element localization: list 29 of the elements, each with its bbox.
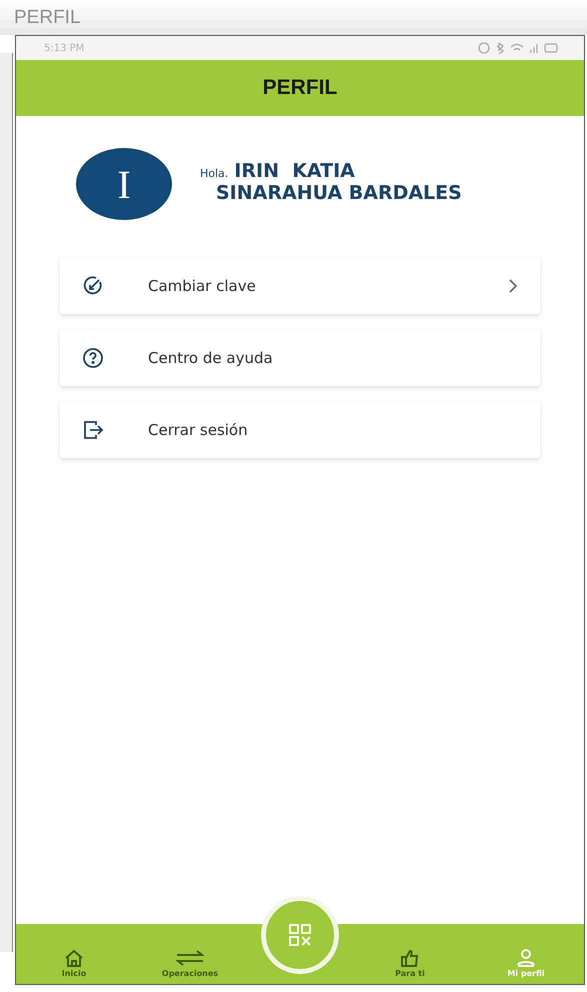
menu-label: Cambiar clave	[148, 277, 257, 295]
nav-tab[interactable]: Para ti	[365, 949, 455, 978]
home-icon	[64, 949, 84, 967]
menu-label: Centro de ayuda	[148, 349, 274, 367]
nav-tab[interactable]: Operaciones	[145, 949, 235, 978]
user-icon	[515, 949, 537, 967]
edit-icon	[82, 275, 104, 297]
status-time: 5:13 PM	[44, 42, 84, 54]
user-name: IRIN KATIA	[234, 160, 355, 182]
menu-item[interactable]: Cambiar clave	[60, 258, 540, 314]
nav-tab[interactable]: Mi perfil	[481, 949, 571, 978]
signal-icon	[530, 43, 538, 53]
help-icon	[82, 347, 104, 369]
wifi-icon	[510, 43, 524, 53]
window-title: PERFIL	[14, 6, 81, 28]
swap-icon	[175, 949, 205, 967]
battery-icon	[544, 43, 558, 53]
avatar: I	[76, 148, 172, 220]
menu-item[interactable]: Cerrar sesión	[60, 402, 540, 458]
user-surname: SINARAHUA BARDALES	[216, 182, 462, 204]
qr-icon	[288, 923, 312, 947]
greeting-text: Hola.	[200, 167, 228, 180]
thumbs-up-icon	[400, 949, 420, 967]
bluetooth-icon	[496, 42, 504, 54]
nav-tab[interactable]: Inicio	[29, 949, 119, 978]
menu-item[interactable]: Centro de ayuda	[60, 330, 540, 386]
logout-icon	[82, 419, 104, 441]
header-title: PERFIL	[262, 76, 338, 100]
menu-label: Cerrar sesión	[148, 421, 249, 439]
